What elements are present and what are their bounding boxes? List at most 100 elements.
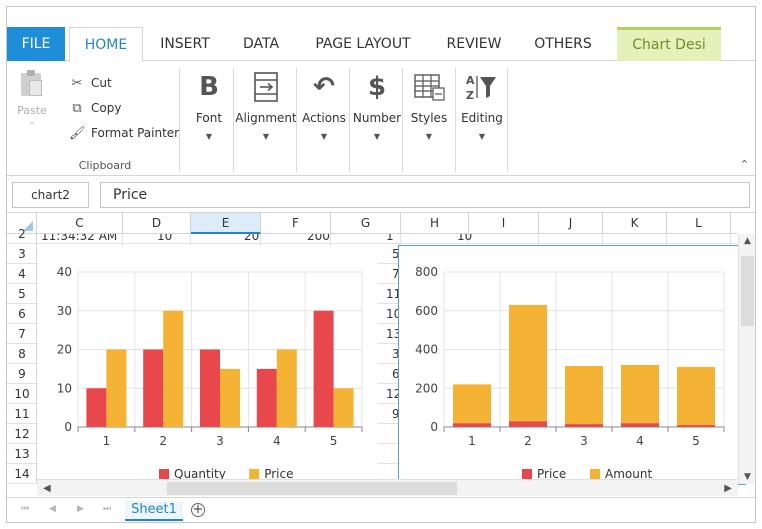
bar-price-2 (163, 310, 184, 427)
tab-home[interactable]: HOME (69, 27, 143, 62)
row-header[interactable]: 7 (7, 324, 37, 344)
copy-button[interactable]: ⧉ Copy (69, 99, 121, 117)
copy-icon: ⧉ (72, 101, 82, 116)
bar-price-5 (333, 388, 354, 427)
y-tick-label: 0 (430, 420, 438, 434)
tab-review[interactable]: REVIEW (441, 27, 507, 61)
y-tick-label: 10 (57, 381, 72, 395)
alignment-button[interactable]: Alignment ▼ (235, 70, 297, 141)
last-sheet-icon[interactable]: ⏭ (103, 504, 111, 514)
column-header-f[interactable]: F (261, 213, 331, 234)
column-header-d[interactable]: D (123, 213, 191, 234)
bar-amount-4 (621, 365, 659, 424)
name-box[interactable]: chart2 (12, 182, 89, 208)
row-header[interactable]: 9 (7, 364, 37, 384)
next-sheet-icon[interactable]: ▶ (77, 504, 84, 514)
bar-price-4 (621, 423, 659, 427)
row-header[interactable]: 2 (7, 224, 37, 244)
column-header-i[interactable]: I (469, 213, 539, 234)
collapse-ribbon-icon[interactable]: ⌃ (740, 158, 749, 171)
x-tick-label: 1 (103, 434, 111, 448)
sheet-tab-sheet1[interactable]: Sheet1 (125, 501, 183, 521)
editing-label: Editing (461, 111, 503, 125)
scroll-down-icon[interactable]: ▼ (739, 472, 755, 482)
chart-quantity-price[interactable]: 0 10 20 30 40 1 2 3 4 5 Quantity Price (38, 246, 378, 484)
number-button[interactable]: $ Number ▼ (351, 70, 403, 141)
chevron-down-icon: ▼ (320, 132, 328, 141)
svg-text:Z: Z (466, 89, 474, 102)
row-header[interactable]: 12 (7, 424, 37, 444)
column-header-j[interactable]: J (539, 213, 603, 234)
row-header[interactable]: 11 (7, 404, 37, 424)
row-header-column: 2 3 4 5 6 7 8 9 10 11 12 13 14 (7, 227, 37, 484)
alignment-label: Alignment (235, 111, 297, 125)
add-sheet-icon[interactable]: + (191, 503, 205, 517)
svg-text:A: A (466, 74, 475, 87)
font-button[interactable]: B Font ▼ (187, 70, 231, 141)
row-header[interactable]: 14 (7, 464, 37, 484)
bar-price-2 (509, 421, 547, 427)
cut-button[interactable]: ✂ Cut (69, 74, 112, 92)
editing-button[interactable]: A Z Editing ▼ (457, 70, 507, 141)
prev-sheet-icon[interactable]: ◀ (49, 504, 56, 514)
tab-others[interactable]: OTHERS (529, 27, 597, 61)
styles-label: Styles (410, 111, 448, 125)
copy-label: Copy (91, 101, 122, 115)
row-header[interactable]: 3 (7, 244, 37, 264)
chevron-down-icon: ▼ (425, 132, 433, 141)
bar-quantity-3 (200, 349, 220, 427)
column-header-h[interactable]: H (401, 213, 469, 234)
row-header[interactable]: 10 (7, 384, 37, 404)
legend-swatch-price (522, 469, 532, 479)
bar-quantity-5 (313, 310, 334, 427)
tab-data[interactable]: DATA (237, 27, 285, 61)
bar-amount-3 (565, 365, 603, 425)
column-header-e[interactable]: E (191, 213, 261, 234)
row-header[interactable]: 13 (7, 444, 37, 464)
column-header-l[interactable]: L (667, 213, 731, 234)
column-header-k[interactable]: K (603, 213, 667, 234)
brush-icon: 🖌 (69, 126, 86, 141)
scroll-right-icon[interactable]: ▶ (724, 480, 732, 497)
format-painter-label: Format Painter (91, 126, 180, 140)
bold-font-icon: B (199, 72, 219, 102)
tab-page-layout[interactable]: PAGE LAYOUT (309, 27, 417, 61)
vertical-scrollbar[interactable]: ▲ ▼ (738, 234, 755, 484)
cell-g2: 1 (386, 234, 394, 243)
bar-quantity-4 (256, 368, 277, 427)
bar-amount-2 (509, 304, 547, 422)
tab-chart-design[interactable]: Chart Desi (617, 27, 721, 61)
tab-insert[interactable]: INSERT (155, 27, 215, 61)
column-header-g[interactable]: G (331, 213, 401, 234)
scroll-left-icon[interactable]: ◀ (43, 480, 51, 497)
bar-quantity-2 (143, 349, 164, 427)
scissors-icon: ✂ (71, 76, 83, 91)
vertical-scroll-thumb[interactable] (741, 256, 754, 326)
row-header[interactable]: 6 (7, 304, 37, 324)
spreadsheet-window: FILE HOME INSERT DATA PAGE LAYOUT REVIEW… (6, 6, 756, 523)
row-header[interactable]: 5 (7, 284, 37, 304)
chevron-down-icon: ⌄ (28, 117, 36, 127)
actions-button[interactable]: ↶ Actions ▼ (299, 70, 349, 141)
horizontal-scrollbar[interactable]: ◀ ▶ (37, 479, 738, 496)
formula-input[interactable]: Price (100, 182, 750, 208)
bar-price-1 (106, 349, 127, 427)
tab-file[interactable]: FILE (7, 27, 65, 61)
paste-button[interactable]: Paste ⌄ (17, 70, 47, 127)
styles-button[interactable]: Styles ▼ (404, 70, 454, 141)
chart-price-amount[interactable]: 0 200 400 600 800 1 2 3 4 5 Price Amount (398, 245, 746, 485)
legend-swatch-price (249, 469, 260, 479)
x-tick-label: 5 (692, 434, 700, 448)
horizontal-scroll-thumb[interactable] (167, 482, 457, 495)
first-sheet-icon[interactable]: ⏮ (21, 504, 29, 514)
legend-swatch-quantity (159, 469, 169, 479)
format-painter-button[interactable]: 🖌 Format Painter (69, 124, 179, 142)
column-header-c[interactable]: C (37, 213, 123, 234)
scroll-up-icon[interactable]: ▲ (739, 236, 755, 246)
font-label: Font (195, 111, 223, 125)
x-tick-label: 3 (580, 434, 588, 448)
row-header[interactable]: 4 (7, 264, 37, 284)
x-tick-label: 5 (330, 434, 338, 448)
row-header[interactable]: 8 (7, 344, 37, 364)
x-tick-label: 2 (524, 434, 532, 448)
